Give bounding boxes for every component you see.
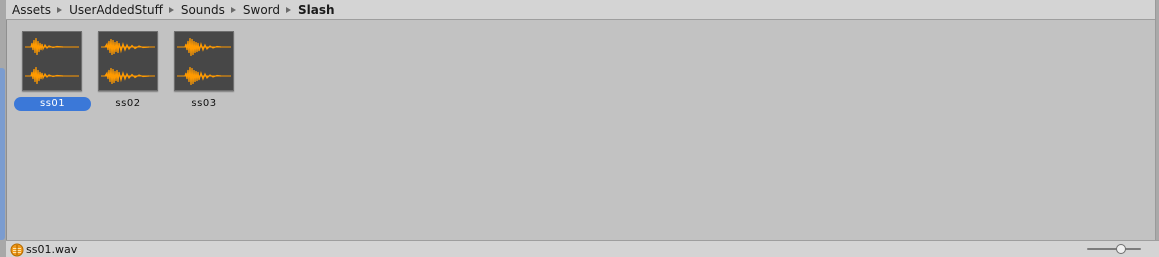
project-browser-panel: Assets UserAddedStuff Sounds Sword Slash… <box>0 0 1159 257</box>
selected-file-name: ss01.wav <box>26 242 78 256</box>
breadcrumb: Assets UserAddedStuff Sounds Sword Slash <box>6 0 1156 20</box>
asset-label[interactable]: ss02 <box>95 97 160 111</box>
asset-tile-ss01[interactable]: ss01 <box>14 31 92 111</box>
zoom-slider-track[interactable] <box>1087 248 1141 250</box>
waveform-icon <box>25 37 79 85</box>
left-panel-scrollbar[interactable] <box>0 68 5 240</box>
breadcrumb-item-assets[interactable]: Assets <box>12 3 51 17</box>
asset-label[interactable]: ss03 <box>171 97 236 111</box>
asset-tile-ss02[interactable]: ss02 <box>90 31 166 111</box>
breadcrumb-separator-icon <box>230 6 236 13</box>
breadcrumb-item-sword[interactable]: Sword <box>243 3 280 17</box>
waveform-icon <box>177 37 231 86</box>
audio-file-icon <box>10 242 24 257</box>
breadcrumb-separator-icon <box>168 6 174 13</box>
breadcrumb-item-current[interactable]: Slash <box>298 3 335 17</box>
zoom-slider[interactable] <box>1087 244 1141 254</box>
breadcrumb-item-useraddedstuff[interactable]: UserAddedStuff <box>69 3 163 17</box>
status-bar: ss01.wav <box>6 240 1159 257</box>
breadcrumb-separator-icon <box>286 6 292 13</box>
zoom-slider-handle[interactable] <box>1116 244 1126 254</box>
left-panel-edge <box>0 0 7 257</box>
breadcrumb-item-sounds[interactable]: Sounds <box>181 3 225 17</box>
breadcrumb-separator-icon <box>57 6 63 13</box>
audio-waveform-thumbnail[interactable] <box>174 31 234 91</box>
audio-waveform-thumbnail[interactable] <box>98 31 158 91</box>
waveform-icon <box>101 38 155 85</box>
asset-grid: ss01 ss02 ss03 <box>7 21 1155 240</box>
right-scrollbar[interactable] <box>1155 0 1159 240</box>
asset-tile-ss03[interactable]: ss03 <box>166 31 242 111</box>
asset-label[interactable]: ss01 <box>14 97 92 111</box>
audio-waveform-thumbnail[interactable] <box>22 31 82 91</box>
